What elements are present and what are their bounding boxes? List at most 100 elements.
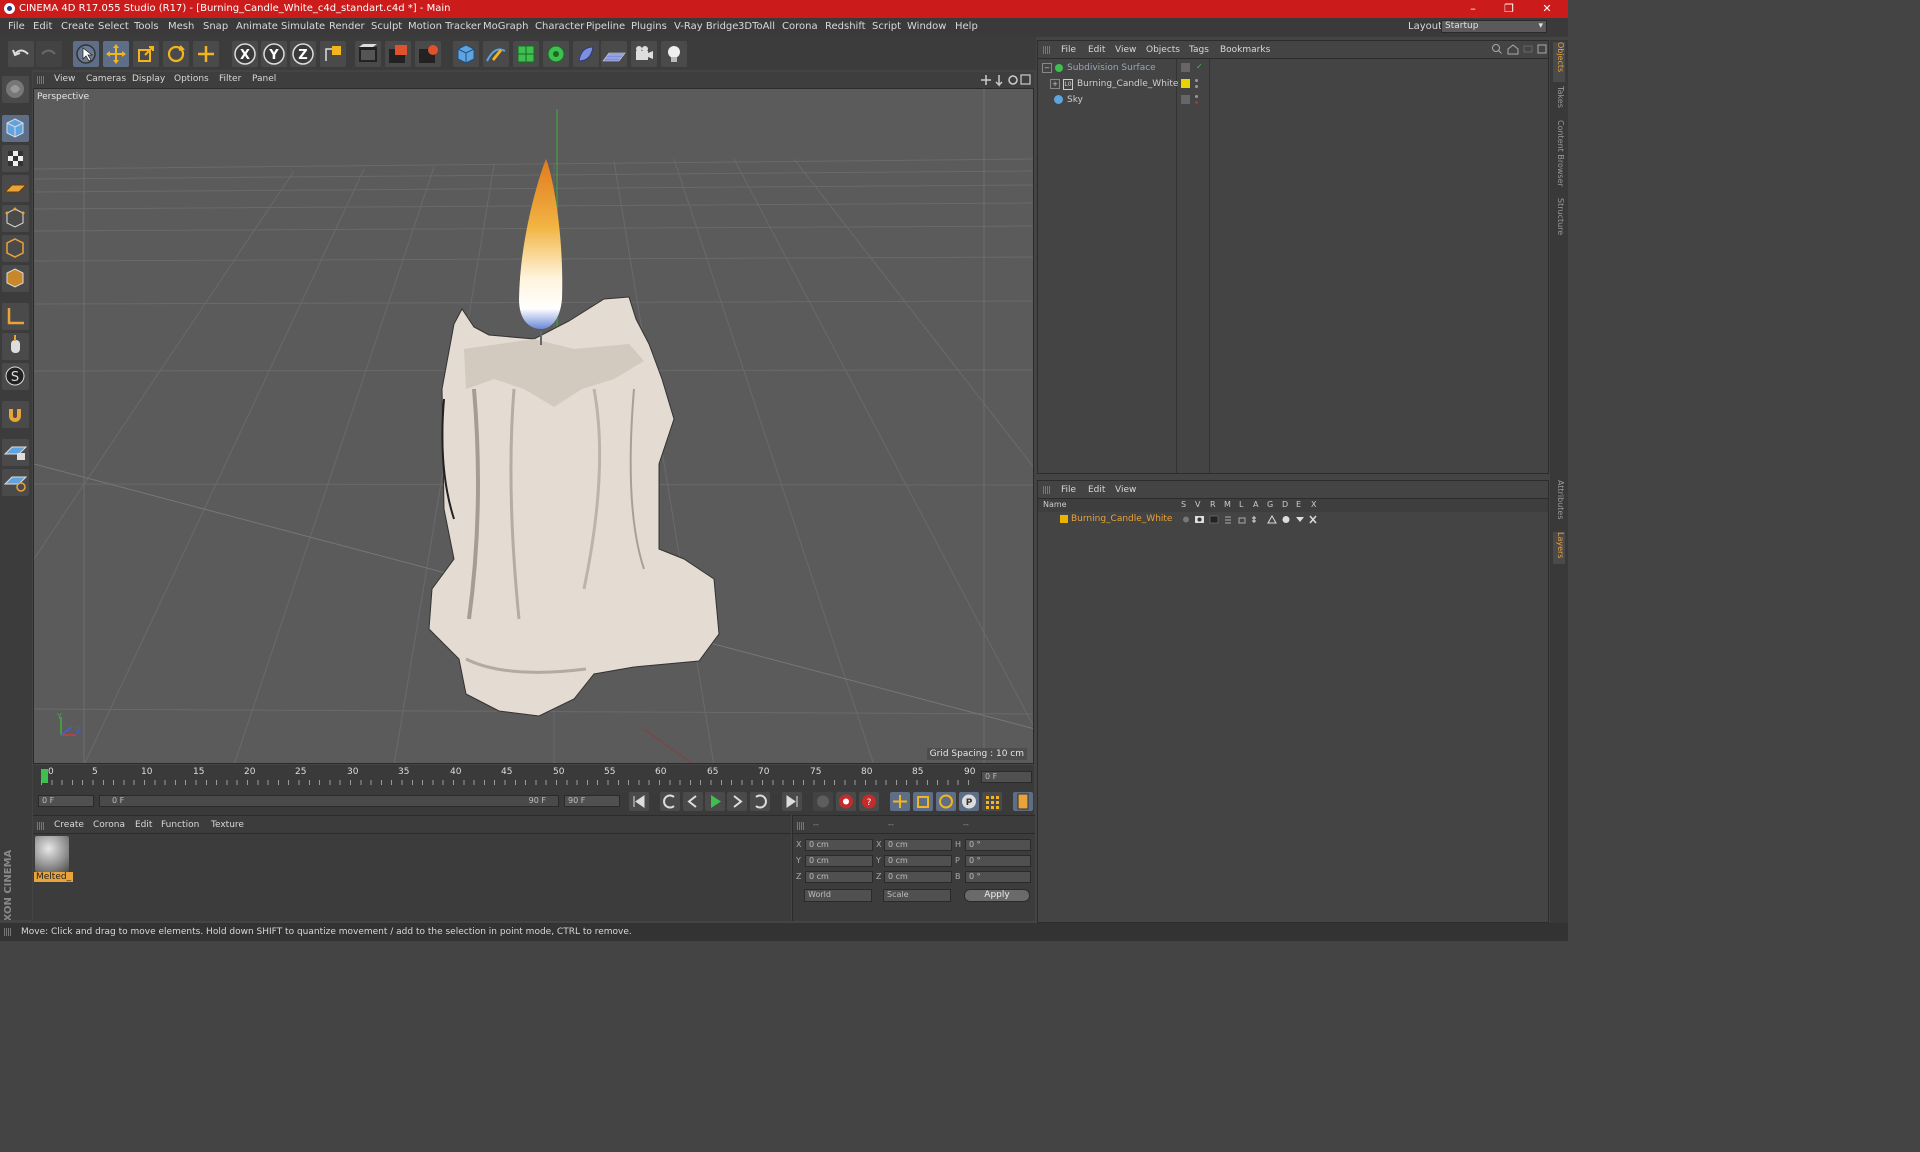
object-manager-search-icons[interactable] (1490, 43, 1548, 55)
texture-mode-icon[interactable] (2, 145, 29, 172)
play-icon[interactable] (705, 792, 725, 811)
model-mode-icon[interactable] (2, 115, 29, 142)
column-view[interactable]: V (1195, 500, 1200, 509)
layout-dropdown[interactable]: Startup (1441, 20, 1547, 33)
layer-row[interactable]: Burning_Candle_White (1038, 513, 1548, 526)
column-deformers[interactable]: D (1282, 500, 1288, 509)
select-arrow-icon[interactable] (73, 41, 99, 67)
menu-redshift[interactable]: Redshift (825, 21, 866, 32)
viewport-menu-display[interactable]: Display (132, 74, 165, 84)
visibility-render-dot[interactable] (1195, 101, 1198, 104)
preview-range-slider[interactable]: 0 F 90 F (99, 795, 559, 807)
render-view-icon[interactable] (355, 41, 381, 67)
panel-gripper-icon[interactable] (37, 76, 45, 84)
menu-corona[interactable]: Corona (782, 21, 818, 32)
material-menu-function[interactable]: Function (161, 820, 199, 830)
timeline-window-icon[interactable] (1013, 792, 1033, 811)
object-name[interactable]: Burning_Candle_White (1077, 79, 1178, 89)
menu-select[interactable]: Select (98, 21, 129, 32)
position-z-field[interactable]: 0 cm (805, 871, 873, 883)
menu-motion-tracker[interactable]: Motion Tracker (408, 21, 481, 32)
tab-attributes[interactable]: Attributes (1553, 480, 1565, 528)
viewport-menu-panel[interactable]: Panel (252, 74, 276, 84)
layer-tag-icon[interactable] (1181, 63, 1190, 72)
menu-vray-bridge[interactable]: V-Ray Bridge (674, 21, 738, 32)
column-solo[interactable]: S (1181, 500, 1186, 509)
key-parameter-icon[interactable]: P (959, 792, 979, 811)
menu-character[interactable]: Character (535, 21, 584, 32)
object-menu-edit[interactable]: Edit (1088, 45, 1105, 55)
pen-spline-icon[interactable] (483, 41, 509, 67)
undo-icon[interactable] (8, 41, 34, 67)
position-x-field[interactable]: 0 cm (805, 839, 873, 851)
menu-plugins[interactable]: Plugins (631, 21, 667, 32)
menu-window[interactable]: Window (907, 21, 946, 32)
scale-icon[interactable] (133, 41, 159, 67)
column-render[interactable]: R (1210, 500, 1216, 509)
material-thumbnail[interactable] (35, 836, 69, 872)
column-name[interactable]: Name (1043, 500, 1067, 509)
maximize-button[interactable]: ❐ (1498, 1, 1520, 17)
subdivision-icon[interactable] (513, 41, 539, 67)
transform-mode-dropdown[interactable]: Scale (883, 889, 951, 902)
visibility-editor-dot[interactable] (1195, 79, 1198, 82)
viewport-menu-options[interactable]: Options (174, 74, 209, 84)
tab-content-browser[interactable]: Content Browser (1553, 120, 1565, 192)
enabled-check-icon[interactable]: ✓ (1196, 62, 1203, 71)
material-menu-edit[interactable]: Edit (135, 820, 152, 830)
3d-viewport[interactable]: Y Z Perspective Grid Spacing : 10 cm (33, 88, 1034, 764)
column-generators[interactable]: G (1267, 500, 1273, 509)
column-expressions[interactable]: E (1296, 500, 1301, 509)
menu-pipeline[interactable]: Pipeline (586, 21, 625, 32)
object-menu-view[interactable]: View (1115, 45, 1136, 55)
viewport-menu-filter[interactable]: Filter (219, 74, 241, 84)
layer-tag-icon[interactable] (1181, 95, 1190, 104)
make-editable-icon[interactable] (2, 76, 29, 103)
object-menu-objects[interactable]: Objects (1146, 45, 1180, 55)
motion-record-icon[interactable] (813, 792, 833, 811)
snap-icon[interactable]: S (2, 363, 29, 390)
start-frame-field[interactable]: 0 F (38, 795, 94, 807)
magnet-icon[interactable] (2, 401, 29, 428)
array-icon[interactable] (543, 41, 569, 67)
object-name[interactable]: Sky (1067, 95, 1083, 105)
panel-gripper-icon[interactable] (1043, 486, 1051, 494)
z-axis-icon[interactable]: Z (290, 41, 316, 67)
size-z-field[interactable]: 0 cm (884, 871, 952, 883)
cube-primitive-icon[interactable] (453, 41, 479, 67)
next-frame-icon[interactable] (727, 792, 747, 811)
menu-tools[interactable]: Tools (134, 21, 159, 32)
menu-mesh[interactable]: Mesh (168, 21, 194, 32)
menu-animate[interactable]: Animate (236, 21, 278, 32)
tweak-mode-icon[interactable] (2, 333, 29, 360)
collapse-toggle-icon[interactable]: − (1042, 63, 1052, 73)
workplane-mode-icon[interactable] (2, 175, 29, 202)
redo-icon[interactable] (36, 41, 62, 67)
y-axis-icon[interactable]: Y (261, 41, 287, 67)
coordinate-mode-dropdown[interactable]: World (804, 889, 872, 902)
menu-simulate[interactable]: Simulate (281, 21, 325, 32)
object-menu-file[interactable]: File (1061, 45, 1076, 55)
menu-sculpt[interactable]: Sculpt (371, 21, 402, 32)
rotate-icon[interactable] (163, 41, 189, 67)
rotation-p-field[interactable]: 0 ° (965, 855, 1031, 867)
material-menu-create[interactable]: Create (54, 820, 84, 830)
object-row-candle[interactable]: + L0 Burning_Candle_White (1038, 77, 1548, 92)
tab-layers[interactable]: Layers (1553, 532, 1565, 564)
panel-gripper-icon[interactable] (1043, 46, 1051, 54)
previous-key-icon[interactable] (660, 792, 680, 811)
object-menu-bookmarks[interactable]: Bookmarks (1220, 45, 1270, 55)
floor-icon[interactable] (601, 41, 627, 67)
go-to-end-icon[interactable] (782, 792, 802, 811)
tab-structure[interactable]: Structure (1553, 198, 1565, 240)
key-pla-icon[interactable] (982, 792, 1002, 811)
autokey-icon[interactable]: ? (859, 792, 879, 811)
layer-color-swatch[interactable] (1060, 515, 1068, 523)
size-y-field[interactable]: 0 cm (884, 855, 952, 867)
points-mode-icon[interactable] (2, 205, 29, 232)
object-row-sky[interactable]: Sky (1038, 93, 1548, 108)
menu-file[interactable]: File (8, 21, 25, 32)
layer-menu-file[interactable]: File (1061, 485, 1076, 495)
viewport-navigation-icons[interactable] (980, 73, 1032, 87)
current-frame-field[interactable]: 0 F (981, 771, 1032, 783)
